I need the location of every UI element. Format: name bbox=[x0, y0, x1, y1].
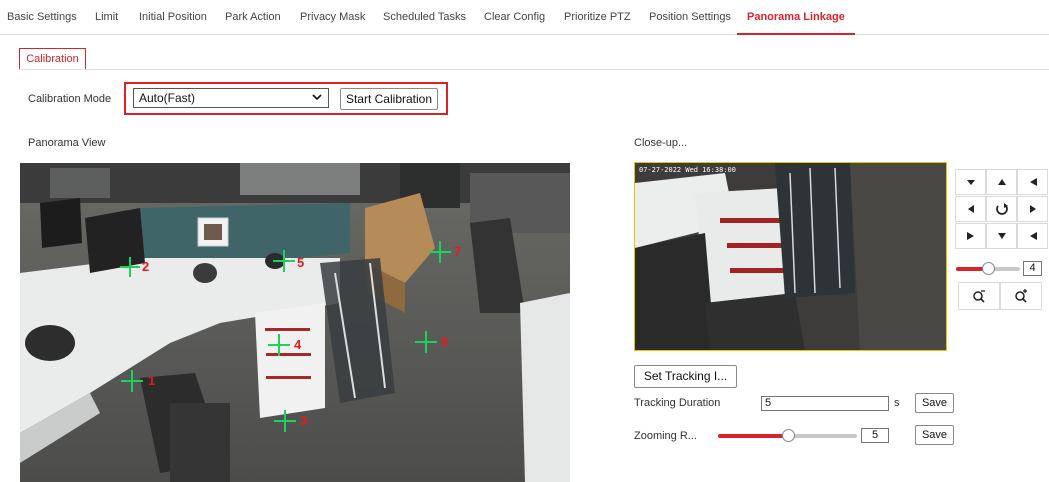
subtab-calibration[interactable]: Calibration bbox=[19, 48, 86, 70]
tab-park-action[interactable]: Park Action bbox=[225, 0, 281, 35]
marker-3[interactable]: 3 bbox=[274, 410, 307, 432]
svg-text:2: 2 bbox=[142, 259, 149, 274]
tab-panorama-linkage[interactable]: Panorama Linkage bbox=[737, 0, 855, 35]
tracking-duration-input[interactable]: 5 bbox=[761, 396, 889, 411]
chevron-down-icon bbox=[312, 94, 322, 101]
tab-bar: Basic Settings Limit Initial Position Pa… bbox=[0, 0, 1049, 35]
set-tracking-button[interactable]: Set Tracking I... bbox=[634, 365, 737, 388]
tracking-duration-label: Tracking Duration bbox=[634, 397, 721, 409]
arrow-right-icon bbox=[1029, 205, 1036, 213]
ptz-up-button[interactable] bbox=[986, 169, 1017, 195]
tracking-duration-save-button[interactable]: Save bbox=[915, 393, 954, 413]
svg-text:3: 3 bbox=[300, 413, 307, 428]
svg-text:6: 6 bbox=[441, 334, 448, 349]
calibration-markers: 1 2 3 4 5 6 7 bbox=[120, 241, 461, 432]
svg-text:4: 4 bbox=[294, 337, 302, 352]
closeup-image bbox=[635, 163, 946, 350]
closeup-title: Close-up... bbox=[634, 137, 688, 149]
zoom-in-button[interactable] bbox=[1000, 282, 1042, 310]
arrow-left-icon bbox=[967, 205, 974, 213]
zooming-ratio-slider-handle[interactable] bbox=[782, 429, 795, 442]
tab-privacy-mask[interactable]: Privacy Mask bbox=[300, 0, 365, 35]
subtab-divider bbox=[19, 69, 1049, 70]
svg-text:1: 1 bbox=[148, 373, 155, 388]
marker-6[interactable]: 6 bbox=[415, 331, 448, 353]
closeup-timestamp: 07-27-2022 Wed 16:38:00 bbox=[639, 166, 736, 174]
tab-position-settings[interactable]: Position Settings bbox=[649, 0, 731, 35]
closeup-view[interactable]: 07-27-2022 Wed 16:38:00 bbox=[634, 162, 947, 351]
ptz-up-left-button[interactable] bbox=[955, 169, 986, 195]
tab-limit[interactable]: Limit bbox=[95, 0, 118, 35]
auto-rotate-icon bbox=[995, 203, 1008, 215]
ptz-speed-slider-handle[interactable] bbox=[982, 262, 995, 275]
ptz-down-left-button[interactable] bbox=[955, 223, 986, 249]
ptz-right-button[interactable] bbox=[1017, 196, 1048, 222]
svg-text:5: 5 bbox=[297, 255, 304, 270]
marker-2[interactable]: 2 bbox=[120, 257, 149, 277]
calibration-mode-value: Auto(Fast) bbox=[139, 91, 196, 105]
zooming-ratio-slider-track[interactable] bbox=[788, 434, 857, 438]
zoom-in-icon bbox=[1015, 289, 1027, 303]
start-calibration-button[interactable]: Start Calibration bbox=[340, 88, 438, 110]
zoom-out-button[interactable] bbox=[958, 282, 1000, 310]
arrow-down-right-icon bbox=[1029, 232, 1037, 240]
tab-clear-config[interactable]: Clear Config bbox=[484, 0, 545, 35]
marker-1[interactable]: 1 bbox=[121, 370, 155, 392]
arrow-down-left-icon bbox=[966, 232, 974, 240]
panorama-view-title: Panorama View bbox=[28, 137, 106, 149]
ptz-auto-button[interactable] bbox=[986, 196, 1017, 222]
zooming-ratio-slider-fill bbox=[718, 434, 788, 438]
svg-text:7: 7 bbox=[454, 244, 461, 259]
arrow-up-icon bbox=[997, 179, 1006, 185]
calibration-mode-select[interactable]: Auto(Fast) bbox=[133, 88, 329, 108]
ptz-down-right-button[interactable] bbox=[1017, 223, 1048, 249]
zooming-ratio-value[interactable]: 5 bbox=[861, 428, 889, 443]
marker-5[interactable]: 5 bbox=[273, 250, 304, 272]
calibration-mode-label: Calibration Mode bbox=[28, 93, 112, 105]
tracking-duration-unit: s bbox=[894, 397, 900, 409]
arrow-down-icon bbox=[997, 233, 1006, 239]
ptz-down-button[interactable] bbox=[986, 223, 1017, 249]
ptz-left-button[interactable] bbox=[955, 196, 986, 222]
zoom-out-icon bbox=[973, 290, 985, 303]
arrow-up-left-icon bbox=[966, 180, 975, 185]
tab-initial-position[interactable]: Initial Position bbox=[139, 0, 207, 35]
marker-4[interactable]: 4 bbox=[268, 334, 302, 356]
ptz-speed-value[interactable]: 4 bbox=[1023, 261, 1042, 276]
panorama-view[interactable]: 1 2 3 4 5 6 7 bbox=[20, 163, 570, 482]
ptz-up-right-button[interactable] bbox=[1017, 169, 1048, 195]
tab-prioritize-ptz[interactable]: Prioritize PTZ bbox=[564, 0, 631, 35]
zooming-ratio-label: Zooming R... bbox=[634, 430, 697, 442]
tab-scheduled-tasks[interactable]: Scheduled Tasks bbox=[383, 0, 466, 35]
marker-7[interactable]: 7 bbox=[429, 241, 461, 263]
zooming-ratio-save-button[interactable]: Save bbox=[915, 425, 954, 445]
tab-basic-settings[interactable]: Basic Settings bbox=[7, 0, 77, 35]
arrow-up-right-icon bbox=[1029, 178, 1037, 186]
